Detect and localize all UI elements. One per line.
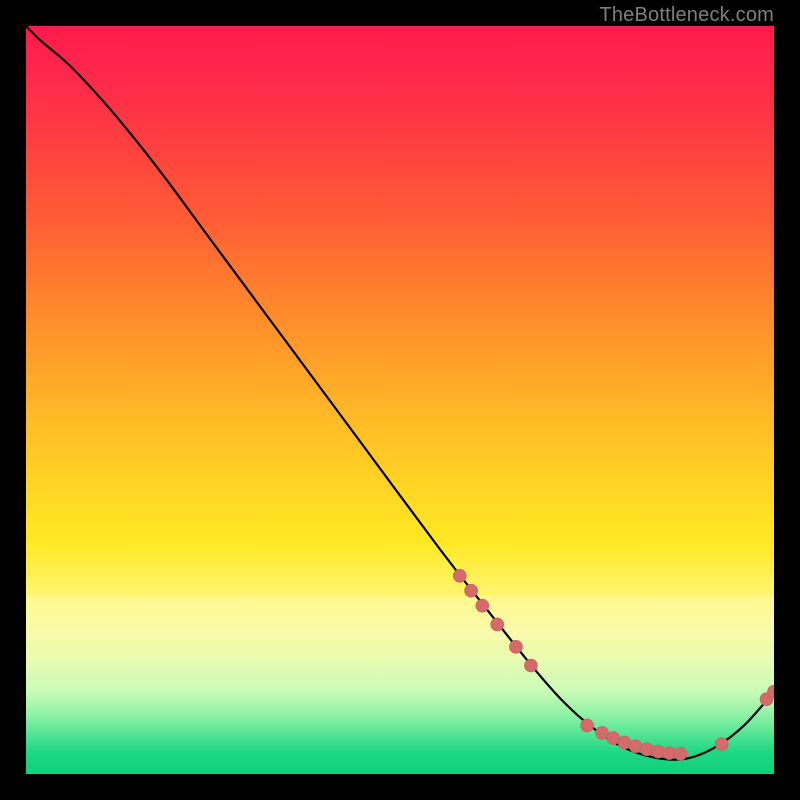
watermark-text: TheBottleneck.com bbox=[599, 4, 774, 27]
chart-frame bbox=[26, 26, 774, 774]
chart-gradient-background bbox=[26, 26, 774, 774]
